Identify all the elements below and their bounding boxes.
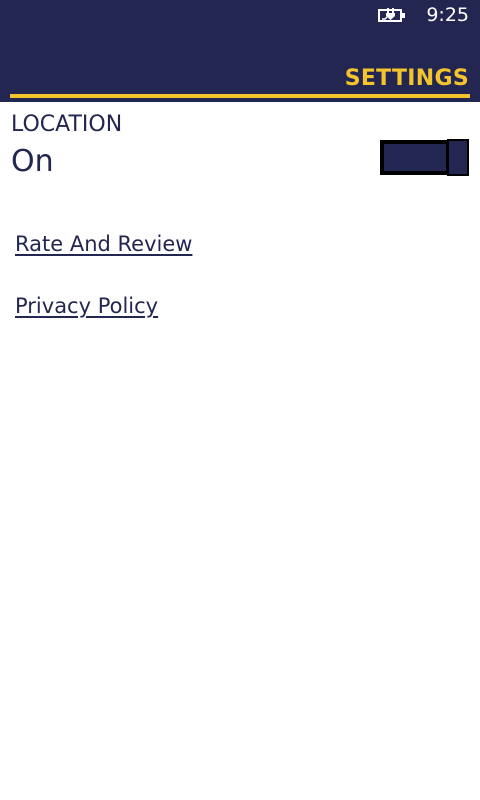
header-bar: 9:25 SETTINGS: [0, 0, 480, 102]
page-title: SETTINGS: [344, 66, 469, 91]
status-bar: 9:25: [0, 0, 480, 32]
toggle-track: [380, 140, 450, 175]
toggle-knob[interactable]: [447, 139, 469, 176]
location-label: LOCATION: [11, 112, 123, 137]
location-state: On: [11, 144, 54, 179]
status-clock: 9:25: [426, 4, 469, 26]
battery-charging-icon: [378, 8, 405, 22]
title-underline: [10, 94, 470, 98]
privacy-policy-link[interactable]: Privacy Policy: [15, 293, 158, 319]
rate-and-review-link[interactable]: Rate And Review: [15, 231, 192, 257]
location-toggle[interactable]: [380, 139, 470, 176]
